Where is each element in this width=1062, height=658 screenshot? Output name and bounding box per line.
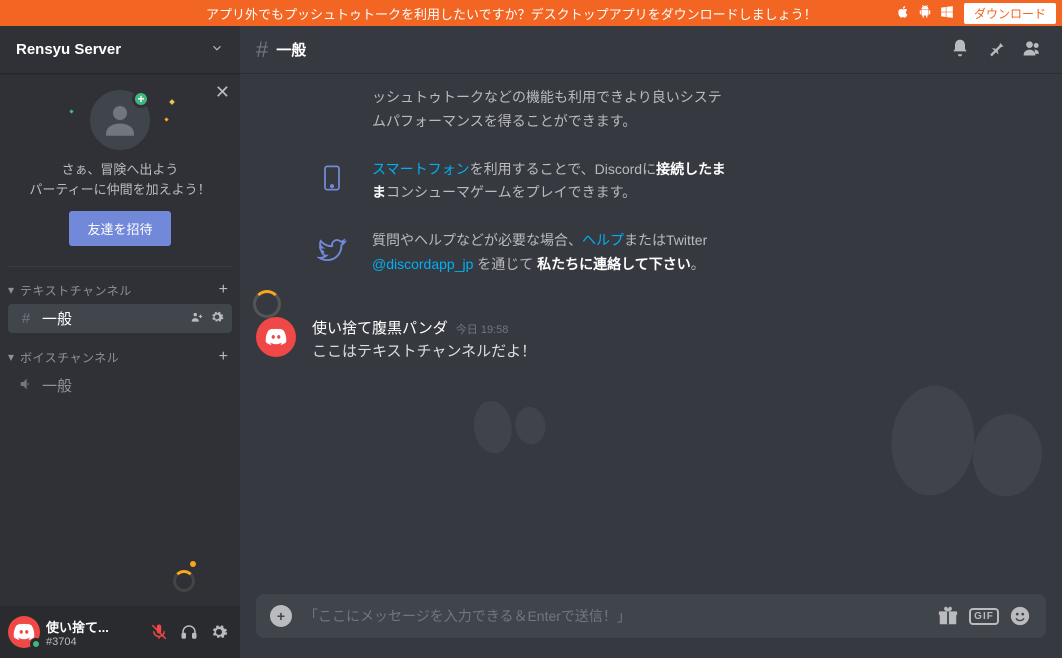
user-name: 使い捨て... (46, 617, 140, 636)
apple-icon[interactable] (896, 5, 910, 22)
welcome-twitter-text: 質問やヘルプなどが必要な場合、ヘルプまたはTwitter @discordapp… (372, 229, 732, 277)
server-name: Rensyu Server (16, 41, 210, 58)
user-panel: 使い捨て... #3704 (0, 606, 240, 658)
close-icon[interactable]: ✕ (215, 82, 230, 103)
android-icon[interactable] (918, 5, 932, 22)
create-invite-icon[interactable] (190, 310, 204, 327)
speaker-icon (16, 376, 36, 396)
plus-badge-icon (132, 90, 150, 108)
download-button[interactable]: ダウンロード (964, 3, 1056, 24)
message-row: 使い捨て腹黒パンダ 今日 19:58 ここはテキストチャンネルだよ！ (256, 317, 1046, 361)
invite-line1: さぁ、冒険へ出よう (10, 160, 230, 180)
twitter-icon (312, 229, 352, 277)
windows-icon[interactable] (940, 5, 954, 22)
voice-channel-item[interactable]: 一般 (8, 371, 232, 400)
gear-icon[interactable] (210, 310, 224, 327)
status-online-icon (30, 638, 42, 650)
chevron-down-icon: ▾ (8, 283, 20, 297)
deafen-button[interactable] (176, 619, 202, 645)
text-channels-header[interactable]: ▾ テキストチャンネル + (0, 281, 240, 303)
hash-icon: # (256, 37, 268, 63)
channel-item[interactable]: # 一般 (8, 304, 232, 333)
message-input-bar: + GIF (256, 594, 1046, 638)
notifications-button[interactable] (946, 38, 974, 61)
invite-avatar (90, 90, 150, 150)
chat-header: # 一般 (240, 26, 1062, 74)
message-author[interactable]: 使い捨て腹黒パンダ (312, 317, 448, 338)
add-channel-button[interactable]: + (219, 348, 228, 366)
invite-card: ✕ さぁ、冒険へ出よう パーティーに仲間を加えよう！ 友達を招待 (0, 74, 240, 266)
voice-channels-header[interactable]: ▾ ボイスチャンネル + (0, 348, 240, 370)
wumpus-decoration (466, 388, 563, 460)
attach-button[interactable]: + (270, 605, 292, 627)
invite-line2: パーティーに仲間を加えよう！ (10, 180, 230, 200)
channel-title: 一般 (276, 39, 938, 60)
welcome-desktop-text: ッシュトゥトークなどの機能も利用できより良いシステムパフォーマンスを得ることがで… (372, 86, 732, 134)
mute-button[interactable] (146, 619, 172, 645)
gift-button[interactable] (936, 604, 960, 628)
message-body: ここはテキストチャンネルだよ！ (312, 340, 536, 361)
user-tag: #3704 (46, 636, 140, 648)
server-header[interactable]: Rensyu Server (0, 26, 240, 74)
message-timestamp: 今日 19:58 (456, 321, 509, 337)
welcome-phone-text: スマートフォンを利用することで、Discordに接続したままコンシューマゲームを… (372, 158, 732, 206)
loading-spinner-icon (253, 290, 281, 318)
user-avatar[interactable] (8, 616, 40, 648)
loading-spinner-icon (173, 570, 195, 592)
banner-message: アプリ外でもプッシュトゥトークを利用したいですか？デスクトップアプリをダウンロー… (6, 4, 817, 23)
settings-button[interactable] (206, 619, 232, 645)
chevron-down-icon: ▾ (8, 350, 20, 364)
chevron-down-icon (210, 41, 224, 58)
download-banner: アプリ外でもプッシュトゥトークを利用したいですか？デスクトップアプリをダウンロー… (0, 0, 1062, 26)
hash-icon: # (16, 310, 36, 327)
pinned-button[interactable] (982, 38, 1010, 61)
emoji-button[interactable] (1008, 604, 1032, 628)
message-input[interactable] (304, 608, 924, 624)
invite-friends-button[interactable]: 友達を招待 (69, 211, 170, 246)
add-channel-button[interactable]: + (219, 281, 228, 299)
members-button[interactable] (1018, 38, 1046, 61)
message-avatar[interactable] (256, 317, 296, 357)
phone-icon (312, 158, 352, 206)
wumpus-decoration (879, 376, 1056, 513)
gif-button[interactable]: GIF (972, 604, 996, 628)
